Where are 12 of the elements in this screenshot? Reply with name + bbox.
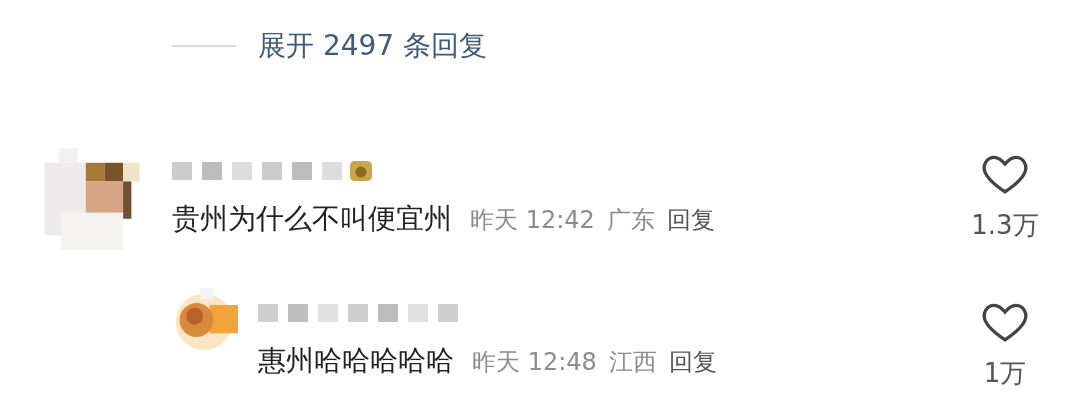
reply-link[interactable]: 回复 <box>668 346 717 378</box>
comment-time: 昨天 12:48 <box>472 347 597 378</box>
like-count: 1万 <box>983 357 1027 390</box>
reply-link[interactable]: 回复 <box>666 204 715 236</box>
expand-replies-link[interactable]: 展开 2497 条回复 <box>258 27 488 65</box>
like-count: 1.3万 <box>971 209 1039 242</box>
comment-location: 江西 <box>608 347 657 378</box>
coin-badge-icon <box>350 161 372 181</box>
comment-location: 广东 <box>606 205 655 236</box>
comment-time: 昨天 12:42 <box>470 205 595 236</box>
comment-text: 惠州哈哈哈哈哈 <box>258 343 454 379</box>
comment-text: 贵州为什么不叫便宜州 <box>172 201 452 237</box>
